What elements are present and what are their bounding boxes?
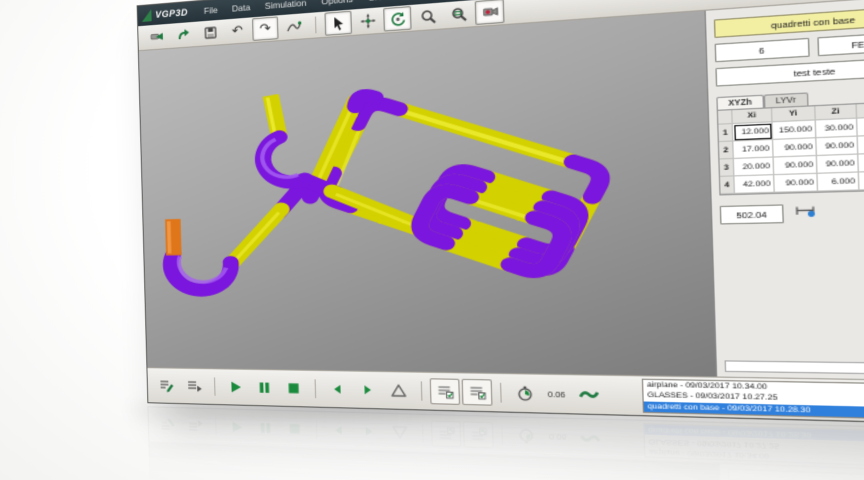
row-number[interactable]: 1 bbox=[718, 124, 733, 142]
diameter-field[interactable]: 6 bbox=[715, 38, 810, 62]
undo-icon[interactable]: ↶ bbox=[224, 19, 250, 43]
tube-load-icon[interactable] bbox=[144, 25, 169, 49]
row-number[interactable]: 4 bbox=[720, 176, 735, 194]
pause-icon[interactable] bbox=[251, 375, 279, 400]
table-cell[interactable]: 90.000 bbox=[774, 174, 818, 193]
table-cell[interactable]: 6.000 bbox=[859, 171, 864, 190]
viewport-3d[interactable] bbox=[139, 11, 717, 377]
column-header bbox=[718, 110, 733, 125]
list-play-icon[interactable] bbox=[181, 374, 208, 399]
wave-icon[interactable] bbox=[572, 381, 605, 409]
panel-hscrollbar[interactable] bbox=[725, 360, 864, 375]
menu-options[interactable]: Options bbox=[315, 0, 360, 9]
wire-edit-icon[interactable] bbox=[280, 14, 307, 39]
row-number[interactable]: 3 bbox=[720, 159, 735, 177]
app-name: VGP3D bbox=[155, 7, 188, 20]
table-cell[interactable]: 90.000 bbox=[773, 138, 817, 157]
menu-simulation[interactable]: Simulation bbox=[258, 0, 313, 14]
redo-icon[interactable]: ↷ bbox=[252, 16, 279, 41]
recent-items: airplane - 09/03/2017 10.34.00GLASSES - … bbox=[643, 380, 864, 420]
logo-accent-icon bbox=[142, 9, 152, 22]
part-name-field[interactable]: quadretti con base bbox=[714, 6, 864, 38]
pan-icon[interactable] bbox=[354, 8, 382, 33]
list-check-tools-icon[interactable] bbox=[430, 378, 460, 405]
ruler-icon bbox=[794, 202, 816, 224]
table-cell[interactable]: 6.000 bbox=[818, 173, 860, 192]
warning-icon[interactable] bbox=[384, 377, 414, 403]
part-open-icon[interactable] bbox=[170, 23, 195, 47]
toolbar-separator bbox=[500, 383, 502, 403]
bend-table-grid: XiYiZiCLRiTD112.000150.00030.0006.0001▶2… bbox=[718, 101, 864, 195]
select-icon[interactable] bbox=[324, 11, 352, 36]
zoom-window-icon[interactable] bbox=[444, 1, 473, 27]
simulation-toolbar: 0.06 bbox=[153, 373, 604, 408]
toolbar-separator bbox=[315, 379, 317, 398]
play-icon[interactable] bbox=[222, 375, 249, 400]
save-icon[interactable] bbox=[197, 21, 223, 45]
program-field[interactable]: test teste bbox=[715, 57, 864, 87]
menu-file[interactable]: File bbox=[198, 2, 224, 18]
recent-list: airplane - 09/03/2017 10.34.00GLASSES - … bbox=[642, 379, 864, 422]
table-cell[interactable]: 6.000 bbox=[857, 117, 864, 137]
table-cell[interactable]: 20.000 bbox=[734, 158, 774, 177]
table-cell[interactable]: 30.000 bbox=[816, 119, 858, 139]
step-back-icon[interactable] bbox=[323, 376, 352, 402]
speed-value: 0.06 bbox=[548, 389, 566, 399]
tube-model bbox=[139, 11, 716, 377]
table-cell[interactable]: 150.000 bbox=[773, 120, 817, 139]
table-cell[interactable]: 17.000 bbox=[733, 140, 773, 159]
stop-icon[interactable] bbox=[280, 376, 308, 402]
table-cell[interactable]: 6.000 bbox=[858, 135, 864, 155]
toolbar-separator bbox=[214, 377, 216, 395]
list-check-prog-icon[interactable] bbox=[462, 379, 493, 406]
menu-cnc[interactable]: CNC bbox=[361, 0, 395, 6]
column-header: CLRi bbox=[857, 102, 864, 118]
zoom-icon[interactable] bbox=[413, 4, 442, 30]
app-window: VGP3D FileDataSimulationOptionsCNC? test… bbox=[137, 0, 864, 426]
rotate-icon[interactable] bbox=[383, 6, 411, 32]
toolbar-separator bbox=[315, 17, 317, 34]
menu-data[interactable]: Data bbox=[226, 0, 257, 16]
presentation-scene: VGP3D FileDataSimulationOptionsCNC? test… bbox=[142, 5, 853, 401]
step-forward-icon[interactable] bbox=[353, 377, 382, 403]
table-cell[interactable]: 90.000 bbox=[817, 155, 859, 174]
view-camera-icon[interactable] bbox=[475, 0, 505, 25]
list-edit-icon[interactable] bbox=[153, 373, 179, 398]
toolbar-separator bbox=[421, 381, 423, 400]
table-cell[interactable]: 12.000 bbox=[733, 122, 773, 141]
material-field[interactable]: FE360 bbox=[817, 31, 864, 56]
table-cell[interactable]: 6.000 bbox=[858, 153, 864, 172]
length-field[interactable]: 502.04 bbox=[720, 204, 784, 224]
side-panel: quadretti con base 6 FE360 test teste XY… bbox=[706, 0, 864, 380]
table-cell[interactable]: 90.000 bbox=[774, 156, 818, 175]
table-cell[interactable]: 90.000 bbox=[816, 137, 858, 156]
row-number[interactable]: 2 bbox=[719, 142, 734, 160]
bend-table: XiYiZiCLRiTD112.000150.00030.0006.0001▶2… bbox=[717, 100, 864, 195]
table-cell[interactable]: 42.000 bbox=[735, 175, 775, 194]
timer-icon[interactable] bbox=[509, 380, 541, 407]
main-area: quadretti con base 6 FE360 test teste XY… bbox=[139, 0, 864, 381]
